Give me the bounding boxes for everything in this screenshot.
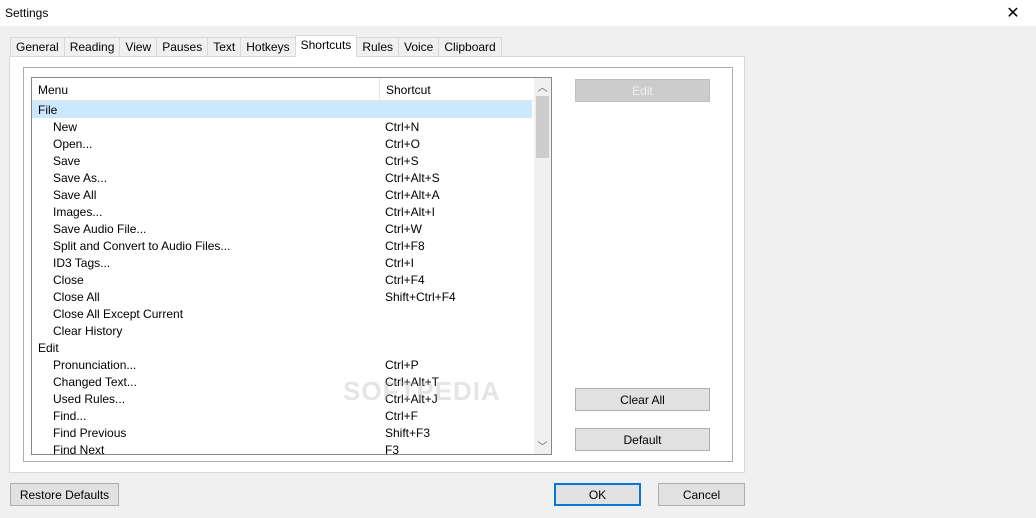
chevron-up-icon: ︿ bbox=[537, 83, 548, 94]
menu-cell: Pronunciation... bbox=[53, 358, 137, 372]
tab-text[interactable]: Text bbox=[207, 37, 242, 56]
shortcuts-panel: Menu Shortcut File New Ctrl+N Open... Ctrl+O… bbox=[9, 56, 745, 473]
settings-window: Settings ✕ General Reading View Pauses Text H… bbox=[0, 0, 1036, 518]
list-rows: File New Ctrl+N Open... Ctrl+O Save Ctrl+S Save… bbox=[32, 101, 534, 455]
list-item[interactable]: Open... Ctrl+O bbox=[32, 135, 532, 152]
scroll-down-button[interactable]: ﹀ bbox=[534, 437, 551, 454]
menu-cell: Changed Text... bbox=[53, 375, 137, 389]
list-item[interactable]: Changed Text... Ctrl+Alt+T bbox=[32, 373, 532, 390]
title-bar: Settings ✕ bbox=[0, 0, 1036, 26]
menu-cell: Close All Except Current bbox=[53, 307, 184, 321]
menu-cell: New bbox=[53, 120, 78, 134]
shortcut-cell: Ctrl+I bbox=[385, 256, 415, 270]
list-item[interactable]: Find Next F3 bbox=[32, 441, 532, 455]
default-button[interactable]: Default bbox=[575, 428, 710, 451]
list-item[interactable]: Close Ctrl+F4 bbox=[32, 271, 532, 288]
menu-cell: Save As... bbox=[53, 171, 108, 185]
menu-cell: Find Previous bbox=[53, 426, 127, 440]
scroll-up-button[interactable]: ︿ bbox=[534, 78, 551, 95]
column-header-shortcut[interactable]: Shortcut bbox=[386, 83, 431, 97]
menu-cell: Find Next bbox=[53, 443, 105, 455]
list-item[interactable]: Save All Ctrl+Alt+A bbox=[32, 186, 532, 203]
menu-cell: Split and Convert to Audio Files... bbox=[53, 239, 231, 253]
shortcut-cell: Ctrl+Alt+A bbox=[385, 188, 440, 202]
cancel-button[interactable]: Cancel bbox=[658, 483, 745, 506]
shortcut-cell: Ctrl+P bbox=[385, 358, 419, 372]
menu-cell: Used Rules... bbox=[53, 392, 126, 406]
list-item[interactable]: Close All Shift+Ctrl+F4 bbox=[32, 288, 532, 305]
shortcut-cell: Shift+F3 bbox=[385, 426, 431, 440]
shortcuts-group: Menu Shortcut File New Ctrl+N Open... Ctrl+O… bbox=[23, 67, 733, 462]
list-header: Menu Shortcut bbox=[32, 78, 534, 101]
shortcut-cell: Shift+Ctrl+F4 bbox=[385, 290, 456, 304]
list-item[interactable]: Used Rules... Ctrl+Alt+J bbox=[32, 390, 532, 407]
list-item[interactable]: Images... Ctrl+Alt+I bbox=[32, 203, 532, 220]
window-title: Settings bbox=[5, 6, 49, 20]
list-item[interactable]: Save Audio File... Ctrl+W bbox=[32, 220, 532, 237]
menu-cell: Save bbox=[53, 154, 81, 168]
close-icon: ✕ bbox=[1006, 5, 1020, 22]
menu-cell: Open... bbox=[53, 137, 93, 151]
list-item[interactable]: New Ctrl+N bbox=[32, 118, 532, 135]
list-item[interactable]: Split and Convert to Audio Files... Ctrl+… bbox=[32, 237, 532, 254]
shortcut-cell: Ctrl+N bbox=[385, 120, 420, 134]
menu-cell: Find... bbox=[53, 409, 87, 423]
list-item[interactable]: Close All Except Current bbox=[32, 305, 532, 322]
tab-general[interactable]: General bbox=[10, 37, 65, 56]
tab-view[interactable]: View bbox=[119, 37, 158, 56]
shortcut-cell: Ctrl+F8 bbox=[385, 239, 425, 253]
list-group-row[interactable]: File bbox=[32, 101, 532, 118]
list-group-row[interactable]: Edit bbox=[32, 339, 532, 356]
edit-button[interactable]: Edit bbox=[575, 79, 710, 102]
ok-button[interactable]: OK bbox=[554, 483, 641, 506]
column-divider[interactable] bbox=[379, 78, 380, 101]
column-header-menu[interactable]: Menu bbox=[38, 83, 68, 97]
shortcut-cell: Ctrl+F4 bbox=[385, 273, 425, 287]
menu-cell: Close bbox=[53, 273, 84, 287]
list-item[interactable]: Find Previous Shift+F3 bbox=[32, 424, 532, 441]
shortcuts-list[interactable]: Menu Shortcut File New Ctrl+N Open... Ctrl+O… bbox=[31, 77, 552, 455]
vertical-scrollbar[interactable]: ︿ ﹀ bbox=[534, 78, 551, 454]
menu-cell: File bbox=[38, 103, 58, 117]
clear-all-button[interactable]: Clear All bbox=[575, 388, 710, 411]
list-item[interactable]: Clear History bbox=[32, 322, 532, 339]
tab-strip: General Reading View Pauses Text Hotkeys Short… bbox=[10, 35, 502, 57]
menu-cell: Save Audio File... bbox=[53, 222, 147, 236]
chevron-down-icon: ﹀ bbox=[537, 442, 548, 453]
list-item[interactable]: Save As... Ctrl+Alt+S bbox=[32, 169, 532, 186]
tab-rules[interactable]: Rules bbox=[356, 37, 399, 56]
shortcut-cell: Ctrl+Alt+I bbox=[385, 205, 436, 219]
shortcut-cell: Ctrl+O bbox=[385, 137, 421, 151]
menu-cell: Clear History bbox=[53, 324, 123, 338]
list-item[interactable]: ID3 Tags... Ctrl+I bbox=[32, 254, 532, 271]
tab-pauses[interactable]: Pauses bbox=[156, 37, 209, 56]
shortcut-cell: F3 bbox=[385, 443, 400, 455]
scrollbar-thumb[interactable] bbox=[536, 96, 549, 158]
list-item[interactable]: Pronunciation... Ctrl+P bbox=[32, 356, 532, 373]
tab-clipboard[interactable]: Clipboard bbox=[438, 37, 502, 56]
shortcut-cell: Ctrl+S bbox=[385, 154, 419, 168]
menu-cell: Save All bbox=[53, 188, 97, 202]
tab-voice[interactable]: Voice bbox=[398, 37, 440, 56]
shortcut-cell: Ctrl+F bbox=[385, 409, 418, 423]
list-item[interactable]: Find... Ctrl+F bbox=[32, 407, 532, 424]
close-button[interactable]: ✕ bbox=[990, 0, 1036, 26]
menu-cell: Edit bbox=[38, 341, 59, 355]
shortcut-cell: Ctrl+Alt+T bbox=[385, 375, 440, 389]
menu-cell: ID3 Tags... bbox=[53, 256, 111, 270]
list-item[interactable]: Save Ctrl+S bbox=[32, 152, 532, 169]
restore-defaults-button[interactable]: Restore Defaults bbox=[10, 483, 119, 506]
shortcut-cell: Ctrl+Alt+J bbox=[385, 392, 438, 406]
menu-cell: Images... bbox=[53, 205, 103, 219]
tab-reading[interactable]: Reading bbox=[63, 37, 121, 56]
shortcut-cell: Ctrl+W bbox=[385, 222, 422, 236]
tab-hotkeys[interactable]: Hotkeys bbox=[240, 37, 296, 56]
tab-shortcuts[interactable]: Shortcuts bbox=[294, 35, 358, 57]
menu-cell: Close All bbox=[53, 290, 100, 304]
shortcut-cell: Ctrl+Alt+S bbox=[385, 171, 440, 185]
